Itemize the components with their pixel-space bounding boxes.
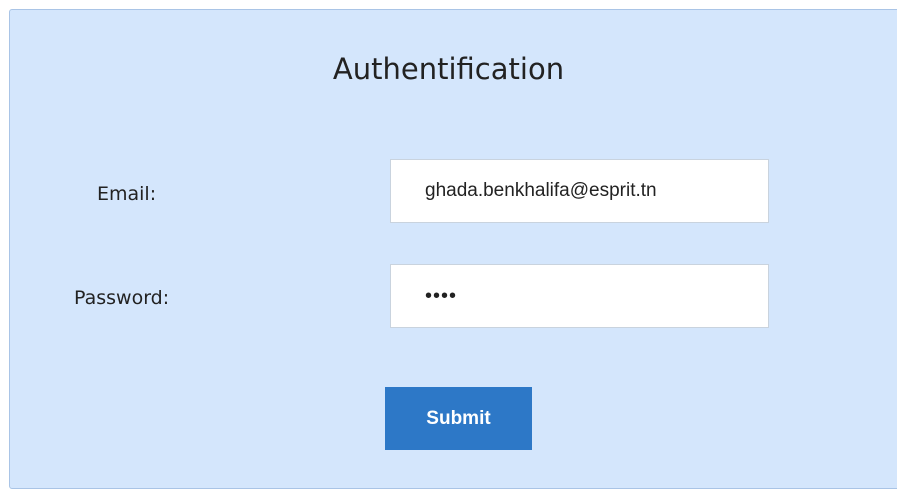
email-label: Email:: [97, 183, 157, 205]
password-field[interactable]: [390, 264, 769, 328]
password-label: Password:: [74, 287, 170, 309]
page-title: Authentification: [332, 52, 565, 86]
submit-button[interactable]: Submit: [385, 387, 532, 450]
email-field[interactable]: [390, 159, 769, 223]
